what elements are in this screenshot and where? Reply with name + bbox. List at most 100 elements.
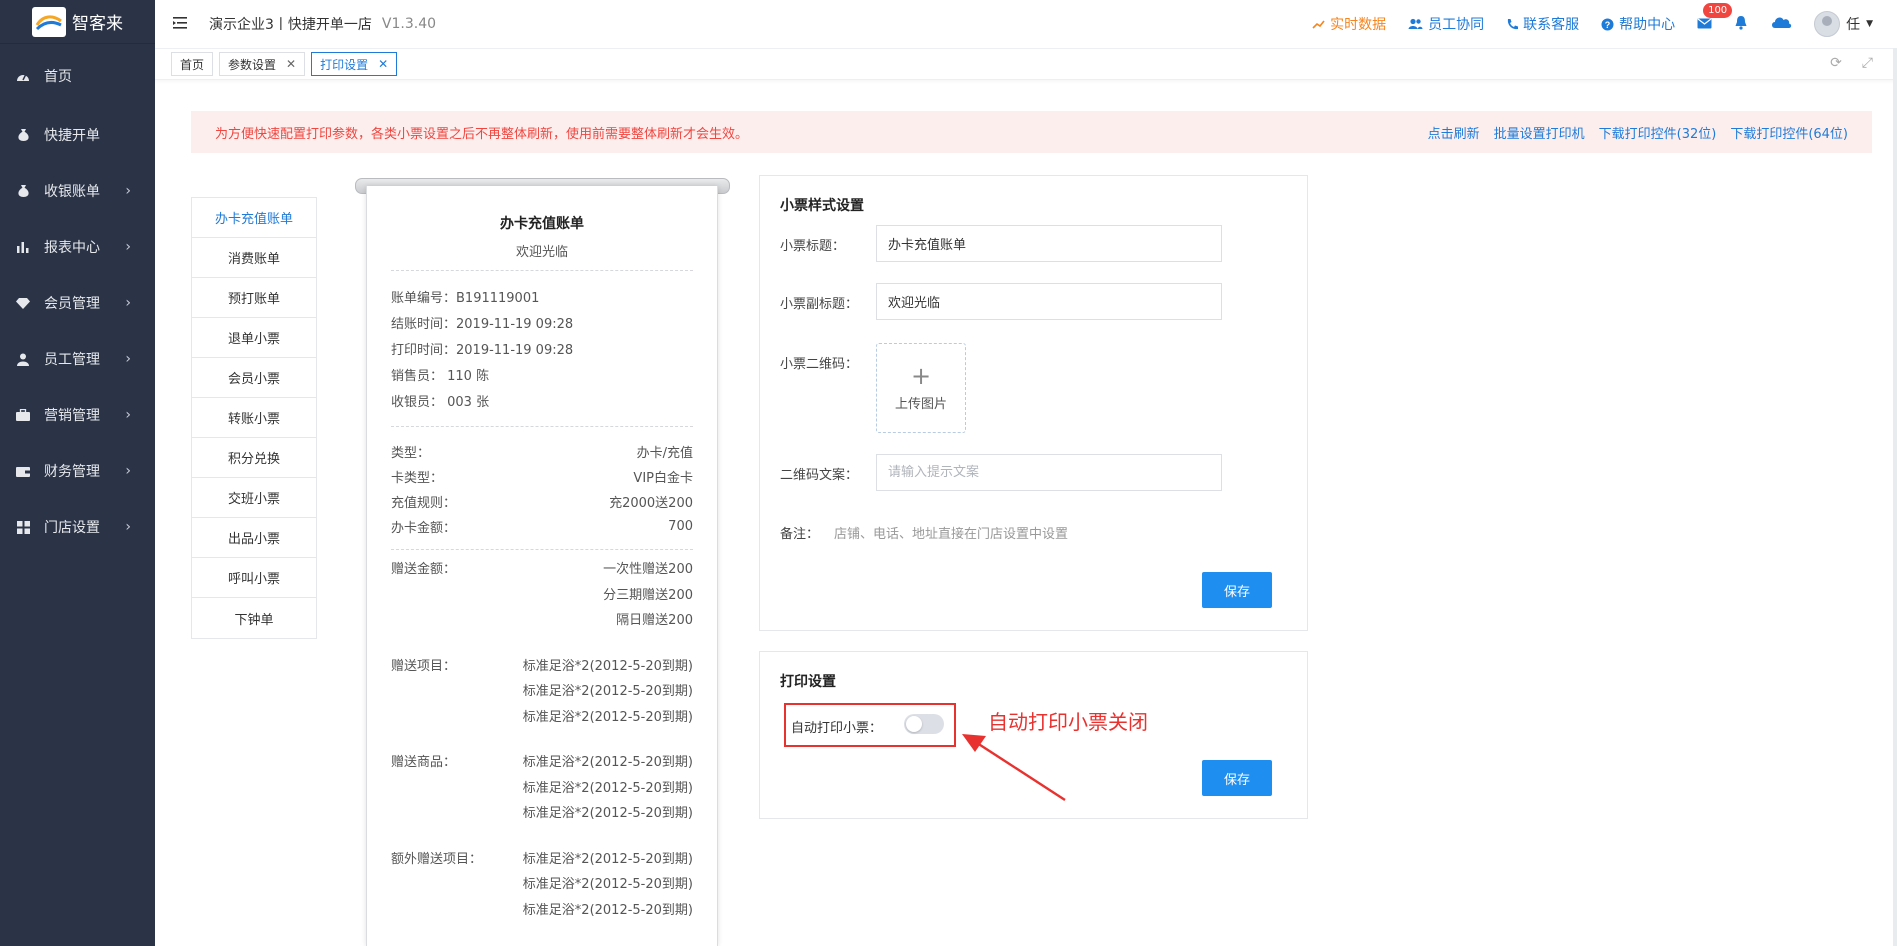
- notice-link-4[interactable]: 下载打印控件(64位): [1730, 123, 1848, 142]
- notice-text: 为方便快速配置打印参数，各类小票设置之后不再整体刷新，使用前需要整体刷新才会生效…: [215, 126, 749, 142]
- sidebar-item-7[interactable]: 营销管理 ›: [0, 387, 155, 443]
- contact-support-link[interactable]: 联系客服: [1506, 14, 1579, 34]
- sidebar-item-4[interactable]: 报表中心 ›: [0, 219, 155, 275]
- ticket-type-item[interactable]: 转账小票: [192, 398, 316, 438]
- ticket-type-item[interactable]: 呼叫小票: [192, 558, 316, 598]
- tab-1[interactable]: 首页: [171, 52, 214, 76]
- svg-text:?: ?: [1605, 19, 1611, 29]
- qr-text-input[interactable]: [876, 454, 1222, 491]
- receipt-row: 办卡金额： 700: [391, 514, 693, 539]
- chevron-right-icon: ›: [125, 239, 131, 255]
- sidebar-item-8[interactable]: 财务管理 ›: [0, 443, 155, 499]
- staff-collab-label: 员工协同: [1428, 17, 1485, 33]
- receipt-row-label: 充值规则：: [391, 496, 457, 511]
- cloud-icon[interactable]: [1770, 15, 1792, 33]
- staff-collab-link[interactable]: 员工协同: [1408, 14, 1484, 34]
- phone-icon: [1507, 18, 1519, 29]
- menu-toggle-icon[interactable]: [173, 14, 193, 35]
- tab-label: 打印设置: [320, 57, 369, 72]
- realtime-data-link[interactable]: 实时数据: [1312, 14, 1386, 34]
- plus-icon: +: [910, 361, 932, 390]
- divider: [391, 270, 693, 271]
- receipt-group-value: 标准足浴*2(2012-5-20到期): [522, 806, 693, 821]
- upload-image-button[interactable]: + 上传图片: [876, 343, 966, 433]
- ticket-type-item[interactable]: 积分兑换: [192, 438, 316, 478]
- tab-3[interactable]: 打印设置 ✕: [311, 52, 398, 76]
- notice-link-1[interactable]: 点击刷新: [1428, 123, 1480, 142]
- top-header: 演示企业3丨快捷开单一店 V1.3.40 实时数据 员工协同 联系客服 ? 帮助…: [155, 0, 1897, 48]
- mail-icon: [1697, 18, 1712, 29]
- help-icon: ?: [1601, 18, 1614, 30]
- scrollbar[interactable]: [1893, 48, 1897, 946]
- receipt-subtitle: 欢迎光临: [515, 245, 568, 260]
- refresh-notice: 为方便快速配置打印参数，各类小票设置之后不再整体刷新，使用前需要整体刷新才会生效…: [191, 111, 1872, 153]
- receipt-info-line: 销售员： 110 陈: [391, 368, 490, 384]
- bell-icon[interactable]: [1734, 15, 1748, 34]
- receipt-group-value: 标准足浴*2(2012-5-20到期): [522, 709, 693, 725]
- user-menu[interactable]: 任 ▼: [1814, 11, 1873, 37]
- bar-chart-icon: [16, 240, 30, 254]
- tab-2[interactable]: 参数设置 ✕: [219, 52, 306, 76]
- notice-link-2[interactable]: 批量设置打印机: [1494, 123, 1585, 142]
- help-center-link[interactable]: ? 帮助中心: [1601, 14, 1675, 34]
- ticket-type-item[interactable]: 会员小票: [192, 358, 316, 398]
- app-logo[interactable]: 智客来: [0, 0, 155, 44]
- wallet-icon: [16, 464, 30, 478]
- ticket-subtitle-input[interactable]: [876, 283, 1222, 320]
- realtime-data-label: 实时数据: [1330, 17, 1387, 33]
- receipt-group-value: 标准足浴*2(2012-5-20到期): [522, 755, 693, 770]
- sidebar-item-1[interactable]: 首页: [0, 44, 155, 107]
- ticket-subtitle-label: 小票副标题：: [780, 297, 859, 312]
- ticket-type-item[interactable]: 交班小票: [192, 478, 316, 518]
- ticket-type-item[interactable]: 出品小票: [192, 518, 316, 558]
- sidebar-item-2[interactable]: 快捷开单: [0, 107, 155, 163]
- sidebar-item-label: 营销管理: [44, 408, 100, 424]
- receipt-group-value: 标准足浴*2(2012-5-20到期): [522, 780, 693, 796]
- divider: [391, 549, 693, 550]
- sidebar-item-label: 会员管理: [44, 296, 100, 312]
- receipt-group-value: 标准足浴*2(2012-5-20到期): [522, 684, 693, 699]
- sidebar-item-6[interactable]: 员工管理 ›: [0, 331, 155, 387]
- save-style-button[interactable]: 保存: [1202, 572, 1272, 608]
- money-bag-icon: [16, 128, 30, 142]
- notice-link-3[interactable]: 下载打印控件(32位): [1599, 123, 1717, 142]
- receipt-group-value: 一次性赠送200: [603, 562, 693, 577]
- receipt-group-label: 赠送项目：: [391, 658, 457, 674]
- tab-label: 参数设置: [228, 57, 277, 72]
- receipt-info-line: 结账时间：2019-11-19 09:28: [391, 316, 574, 332]
- sidebar-item-9[interactable]: 门店设置 ›: [0, 499, 155, 555]
- ticket-type-item[interactable]: 下钟单: [192, 598, 316, 638]
- help-center-label: 帮助中心: [1619, 17, 1676, 33]
- save-print-button[interactable]: 保存: [1202, 760, 1272, 796]
- chevron-right-icon: ›: [125, 351, 131, 367]
- close-icon[interactable]: ✕: [378, 57, 388, 71]
- qr-code-label: 小票二维码：: [780, 357, 859, 372]
- close-icon[interactable]: ✕: [286, 57, 296, 71]
- page-tabs: 首页 参数设置 ✕ 打印设置 ✕ ⟳ ⤢: [155, 48, 1897, 80]
- messages-button[interactable]: 100: [1697, 3, 1733, 33]
- annotation-arrow-icon: [962, 734, 1066, 802]
- receipt-group-value: 分三期赠送200: [603, 587, 693, 603]
- grid-icon: [16, 520, 30, 534]
- sidebar-item-3[interactable]: 收银账单 ›: [0, 163, 155, 219]
- fullscreen-icon[interactable]: ⤢: [1862, 55, 1873, 71]
- sidebar-item-5[interactable]: 会员管理 ›: [0, 275, 155, 331]
- receipt-row-value: VIP白金卡: [633, 471, 693, 486]
- receipt-info-line: 打印时间：2019-11-19 09:28: [391, 342, 574, 358]
- chevron-right-icon: ›: [125, 183, 131, 199]
- user-name: 任: [1846, 17, 1861, 33]
- ticket-type-item[interactable]: 预打账单: [192, 278, 316, 318]
- auto-print-toggle[interactable]: [904, 714, 944, 734]
- briefcase-icon: [16, 408, 30, 422]
- company-name: 演示企业3丨快捷开单一店: [209, 17, 372, 33]
- ticket-type-item[interactable]: 办卡充值账单: [192, 198, 316, 238]
- ticket-type-item[interactable]: 消费账单: [192, 238, 316, 278]
- ticket-title-input[interactable]: [876, 225, 1222, 262]
- receipt-preview: 办卡充值账单 欢迎光临 账单编号：B191119001 结账时间：2019-11-…: [366, 186, 718, 946]
- ticket-type-item[interactable]: 退单小票: [192, 318, 316, 358]
- upload-image-label: 上传图片: [894, 396, 947, 412]
- refresh-icon[interactable]: ⟳: [1830, 55, 1842, 71]
- receipt-group-value: 标准足浴*2(2012-5-20到期): [522, 902, 693, 918]
- ticket-title-label: 小票标题：: [780, 239, 846, 254]
- diamond-icon: [16, 296, 30, 310]
